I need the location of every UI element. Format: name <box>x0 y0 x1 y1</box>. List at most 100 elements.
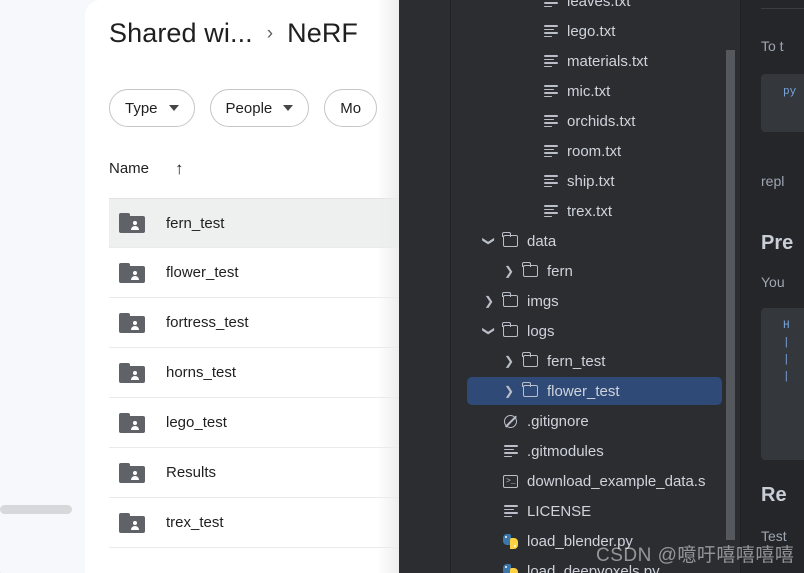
drive-file-row[interactable]: fern_test <box>109 198 400 248</box>
explorer-tree-row[interactable]: lego.txt <box>451 16 740 46</box>
explorer-tree-row[interactable]: trex.txt <box>451 196 740 226</box>
drive-file-name: Results <box>166 464 217 481</box>
explorer-tree-row[interactable]: ❯ fern <box>451 256 740 286</box>
page-corner-decoration <box>0 543 34 573</box>
drive-file-name: horns_test <box>166 364 237 381</box>
vscode-window: leaves.txt lego.txt materials.txt mic.txt or… <box>399 0 804 573</box>
explorer-row-label: ship.txt <box>567 172 615 190</box>
chevron-down-icon[interactable]: ❯ <box>482 321 496 341</box>
filter-chip-people[interactable]: People <box>209 89 310 127</box>
explorer-row-label: load_deepvoxels.py <box>527 562 660 573</box>
drive-file-list-panel: Shared wi... › NeRF Type People Mo Name … <box>85 0 400 573</box>
explorer-row-label: imgs <box>527 292 559 310</box>
explorer-tree-row[interactable]: load_deepvoxels.py <box>451 556 740 573</box>
explorer-tree-row[interactable]: ❯ logs <box>451 316 740 346</box>
text-file-icon <box>539 0 562 8</box>
explorer-row-label: fern_test <box>547 352 606 370</box>
screenshot-root: Shared wi... › NeRF Type People Mo Name … <box>0 0 804 573</box>
text-file-icon <box>539 25 562 38</box>
explorer-tree-row[interactable]: orchids.txt <box>451 106 740 136</box>
drive-file-name: lego_test <box>166 414 227 431</box>
explorer-tree-row[interactable]: ❯ fern_test <box>451 346 740 376</box>
text-file-icon <box>539 175 562 188</box>
drive-file-name: trex_test <box>166 514 224 531</box>
drive-file-row[interactable]: trex_test <box>109 498 400 548</box>
column-header-name[interactable]: Name ↑ <box>109 160 184 177</box>
chevron-down-icon[interactable]: ❯ <box>482 231 496 251</box>
explorer-tree-row[interactable]: ❯ flower_test <box>451 376 740 406</box>
explorer-tree-row[interactable]: mic.txt <box>451 76 740 106</box>
drive-file-name: flower_test <box>166 264 239 281</box>
breadcrumb: Shared wi... › NeRF <box>109 18 358 49</box>
explorer-row-label: materials.txt <box>567 52 648 70</box>
preview-paragraph-4: Test <box>761 528 787 544</box>
explorer-row-label: trex.txt <box>567 202 613 220</box>
explorer-row-label: download_example_data.s <box>527 472 706 490</box>
preview-heading-1: Pre <box>761 232 794 254</box>
text-file-icon <box>539 55 562 68</box>
explorer-tree-row[interactable]: leaves.txt <box>451 0 740 16</box>
explorer-tree-row[interactable]: load_blender.py <box>451 526 740 556</box>
filter-chip-type[interactable]: Type <box>109 89 195 127</box>
text-file-icon <box>499 505 522 518</box>
explorer-row-label: LICENSE <box>527 502 592 520</box>
explorer-row-label: room.txt <box>567 142 622 160</box>
text-file-icon <box>539 85 562 98</box>
chevron-right-icon[interactable]: ❯ <box>499 355 519 367</box>
explorer-tree-row[interactable]: ship.txt <box>451 166 740 196</box>
filter-chip-modified-label: Mo <box>340 99 362 117</box>
chevron-right-icon[interactable]: ❯ <box>479 295 499 307</box>
preview-heading-2: Re <box>761 484 787 506</box>
chevron-right-icon[interactable]: ❯ <box>499 265 519 277</box>
explorer-tree-row[interactable]: .gitmodules <box>451 436 740 466</box>
vscode-explorer-panel: leaves.txt lego.txt materials.txt mic.txt or… <box>451 0 740 573</box>
preview-code-block-2: H | | | <box>761 308 804 460</box>
horizontal-scrollbar[interactable] <box>0 505 72 514</box>
preview-paragraph-3: You <box>761 274 785 290</box>
chevron-right-icon[interactable]: ❯ <box>499 385 519 397</box>
explorer-tree-row[interactable]: LICENSE <box>451 496 740 526</box>
explorer-tree-row[interactable]: room.txt <box>451 136 740 166</box>
explorer-file-tree: leaves.txt lego.txt materials.txt mic.txt or… <box>451 0 740 573</box>
filter-chip-modified[interactable]: Mo <box>324 89 378 127</box>
text-file-icon <box>539 145 562 158</box>
chevron-down-icon <box>168 105 179 111</box>
explorer-tree-row[interactable]: .gitignore <box>451 406 740 436</box>
explorer-tree-row[interactable]: ❯ imgs <box>451 286 740 316</box>
explorer-row-label: .gitignore <box>527 412 589 430</box>
sort-ascending-icon[interactable]: ↑ <box>175 160 184 177</box>
explorer-row-label: flower_test <box>547 382 620 400</box>
breadcrumb-root[interactable]: Shared wi... <box>109 18 253 49</box>
explorer-tree-row[interactable]: materials.txt <box>451 46 740 76</box>
shared-folder-icon <box>119 412 145 433</box>
breadcrumb-current[interactable]: NeRF <box>287 18 358 49</box>
explorer-row-label: .gitmodules <box>527 442 604 460</box>
folder-icon <box>499 292 522 307</box>
folder-icon <box>519 352 542 367</box>
explorer-row-label: fern <box>547 262 573 280</box>
preview-paragraph-1: To t <box>761 38 784 54</box>
explorer-tree-row[interactable]: ❯ data <box>451 226 740 256</box>
shared-folder-icon <box>119 213 145 233</box>
breadcrumb-separator-icon: › <box>266 22 274 44</box>
drive-file-row[interactable]: lego_test <box>109 398 400 448</box>
column-header-name-label: Name <box>109 160 150 177</box>
explorer-row-label: data <box>527 232 557 250</box>
explorer-vertical-scrollbar[interactable] <box>726 50 735 540</box>
drive-file-row[interactable]: flower_test <box>109 248 400 298</box>
drive-file-row[interactable]: horns_test <box>109 348 400 398</box>
vscode-activity-bar[interactable] <box>399 0 451 573</box>
drive-file-rows: fern_test flower_test fortress_test horns_t… <box>109 198 400 548</box>
drive-file-name: fortress_test <box>166 314 249 331</box>
explorer-row-label: orchids.txt <box>567 112 636 130</box>
folder-icon <box>499 322 522 337</box>
explorer-tree-row[interactable]: >_ download_example_data.s <box>451 466 740 496</box>
shared-folder-icon <box>119 462 145 483</box>
shared-folder-icon <box>119 362 145 383</box>
folder-icon <box>519 382 542 397</box>
text-file-icon <box>539 115 562 128</box>
explorer-row-label: mic.txt <box>567 82 611 100</box>
drive-file-row[interactable]: fortress_test <box>109 298 400 348</box>
shared-folder-icon <box>119 312 145 333</box>
drive-file-row[interactable]: Results <box>109 448 400 498</box>
